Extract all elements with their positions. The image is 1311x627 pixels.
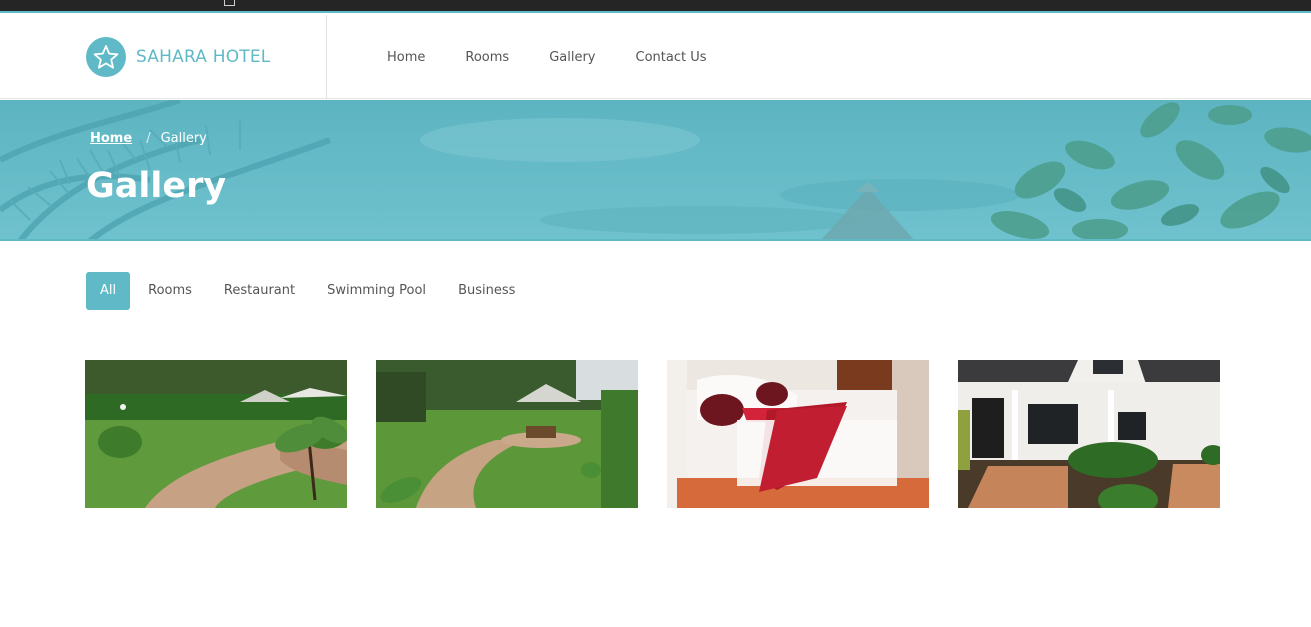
envelope-icon [224,0,235,6]
gallery-item[interactable] [85,360,347,508]
hotel-bedroom-photo [667,360,929,508]
filter-rooms-button[interactable]: Rooms [132,272,208,310]
nav-divider [326,15,327,99]
nav-menu: Home Rooms Gallery Contact Us [387,15,747,99]
nav-link-contact-us[interactable]: Contact Us [636,50,707,65]
gallery-grid [85,360,1249,508]
top-bar [0,0,1311,13]
gallery-item[interactable] [376,360,638,508]
breadcrumb: Home / Gallery [90,131,207,146]
garden-path-photo [85,360,347,508]
nav-link-gallery[interactable]: Gallery [549,50,595,65]
filter-restaurant-button[interactable]: Restaurant [208,272,311,310]
garden-tables-photo [376,360,638,508]
breadcrumb-separator: / [146,131,151,146]
brand-logo-link[interactable]: SAHARA HOTEL [86,36,270,78]
main-navbar: SAHARA HOTEL Home Rooms Gallery Contact … [0,15,1311,99]
nav-link-home[interactable]: Home [387,50,425,65]
gallery-item[interactable] [958,360,1220,508]
brand-name: SAHARA HOTEL [136,47,271,67]
gallery-item[interactable] [667,360,929,508]
hotel-building-photo [958,360,1220,508]
gallery-filter-bar: All Rooms Restaurant Swimming Pool Busin… [86,272,531,310]
breadcrumb-home-link[interactable]: Home [90,131,132,146]
star-icon [86,37,126,77]
breadcrumb-current: Gallery [160,131,207,146]
page-title: Gallery [86,166,227,206]
filter-business-button[interactable]: Business [442,272,531,310]
nav-link-rooms[interactable]: Rooms [465,50,509,65]
filter-swimming-pool-button[interactable]: Swimming Pool [311,272,442,310]
filter-all-button[interactable]: All [86,272,131,310]
page-hero-banner: Home / Gallery Gallery [0,100,1311,241]
